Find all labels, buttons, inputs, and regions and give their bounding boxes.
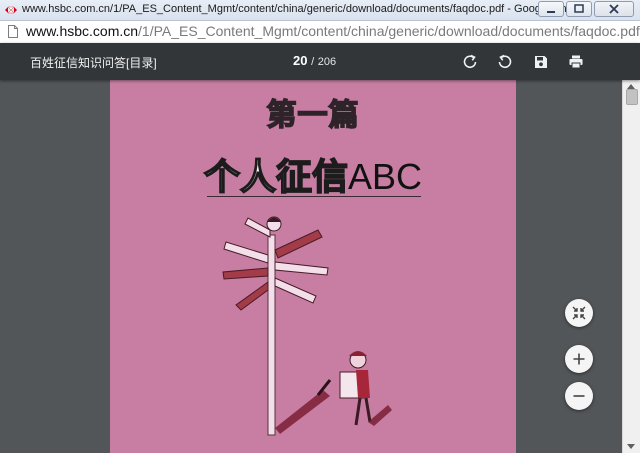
close-button[interactable] <box>594 1 634 17</box>
heading-underline <box>207 196 421 197</box>
rotate-counterclockwise-icon <box>498 54 512 68</box>
url-text[interactable]: www.hsbc.com.cn/1/PA_ES_Content_Mgmt/con… <box>26 23 640 39</box>
current-page-input[interactable]: 20 <box>293 53 307 68</box>
window-title: www.hsbc.com.cn/1/PA_ES_Content_Mgmt/con… <box>22 3 592 15</box>
url-domain: www.hsbc.com.cn <box>26 23 139 39</box>
save-icon <box>535 56 547 68</box>
zoom-in-button[interactable] <box>565 345 593 373</box>
heading-english: ABC <box>347 156 423 197</box>
close-icon <box>609 4 619 14</box>
maximize-button[interactable] <box>566 1 592 17</box>
scroll-down-arrow-icon[interactable] <box>627 444 635 449</box>
page-icon <box>8 25 18 38</box>
document-title: 百姓征信知识问答[目录] <box>30 56 157 70</box>
signpost-illustration <box>222 216 392 436</box>
zoom-out-button[interactable] <box>565 382 593 410</box>
pdf-page: 第一篇 个人征信ABC <box>110 80 516 453</box>
window-titlebar: www.hsbc.com.cn/1/PA_ES_Content_Mgmt/con… <box>0 0 640 21</box>
vertical-scrollbar[interactable] <box>622 80 640 453</box>
heading-chinese: 个人征信 <box>203 156 349 199</box>
rotate-counterclockwise-button[interactable] <box>495 52 515 72</box>
page-heading: 个人征信ABC <box>110 148 516 200</box>
zoom-out-icon <box>573 395 585 397</box>
page-indicator: 20 / 206 <box>293 53 336 68</box>
chapter-title: 第一篇 <box>266 97 360 134</box>
maximize-icon <box>574 4 584 13</box>
total-pages: 206 <box>317 56 337 68</box>
page-separator: / <box>311 56 315 68</box>
rotate-clockwise-icon <box>463 54 477 68</box>
url-path: /1/PA_ES_Content_Mgmt/content/china/gene… <box>138 23 640 39</box>
print-button[interactable] <box>566 52 586 72</box>
minimize-icon <box>547 11 555 13</box>
fit-to-page-icon <box>572 306 586 320</box>
pdf-viewer[interactable]: 第一篇 个人征信ABC <box>0 80 622 453</box>
minimize-button[interactable] <box>538 1 564 17</box>
scroll-thumb[interactable] <box>626 89 638 105</box>
print-icon <box>569 55 583 69</box>
rotate-clockwise-button[interactable] <box>460 52 480 72</box>
zoom-in-icon <box>573 353 585 365</box>
save-button[interactable] <box>531 52 551 72</box>
hsbc-favicon-icon <box>5 6 17 14</box>
address-bar[interactable]: www.hsbc.com.cn/1/PA_ES_Content_Mgmt/con… <box>0 21 640 44</box>
fit-to-page-button[interactable] <box>565 299 593 327</box>
pdf-toolbar: 百姓征信知识问答[目录] 20 / 206 <box>0 43 640 80</box>
